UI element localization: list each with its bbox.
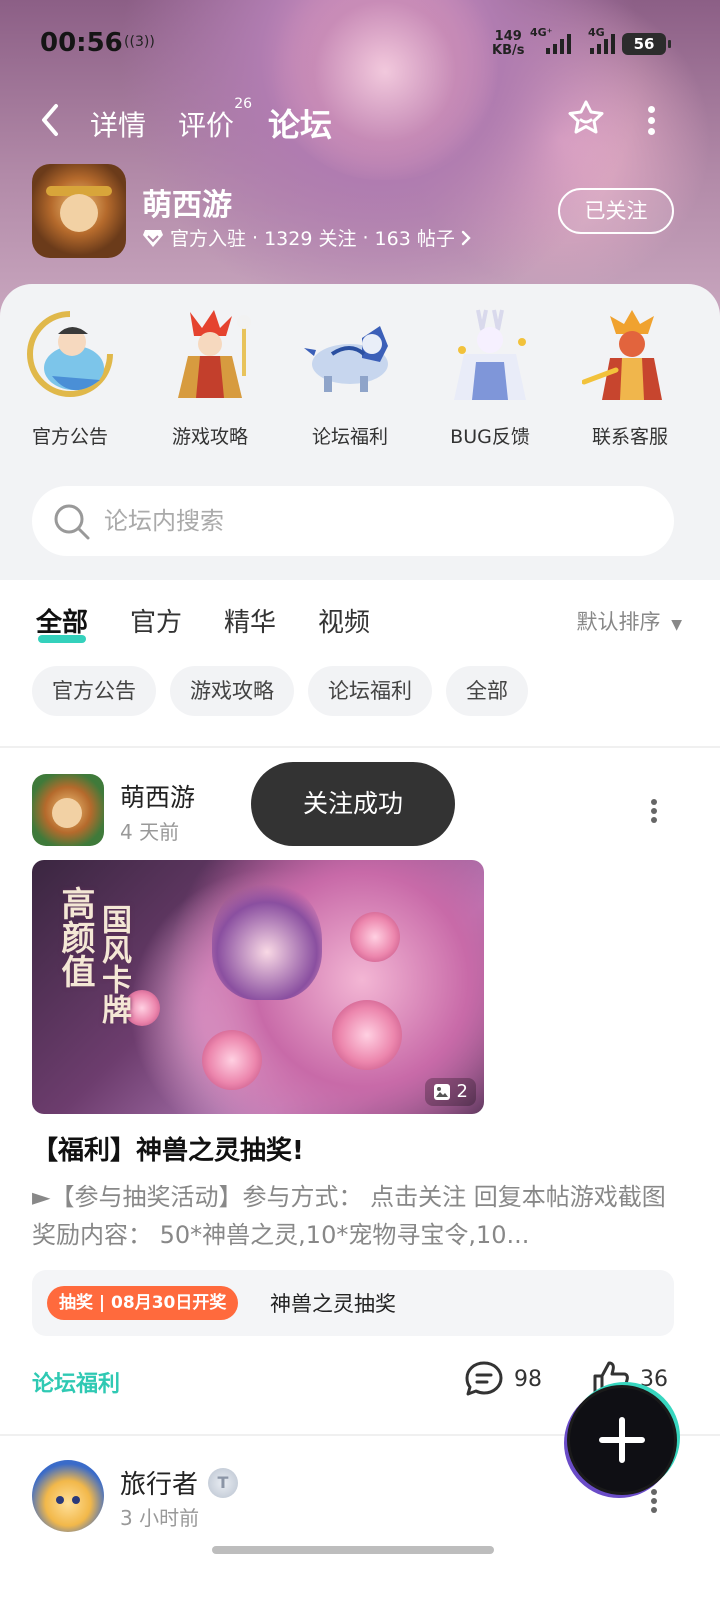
post-author-row: 旅行者 T bbox=[120, 1464, 239, 1501]
category-label: 论坛福利 bbox=[311, 426, 388, 448]
chevron-left-icon bbox=[42, 104, 58, 136]
user-level-badge: T bbox=[208, 1467, 239, 1498]
category-bug-feedback[interactable]: BUG反馈 bbox=[420, 306, 560, 449]
post-more-button[interactable] bbox=[648, 796, 660, 826]
toast-message: 关注成功 bbox=[251, 762, 455, 846]
lottery-tag: 抽奖 | 08月30日开奖 bbox=[47, 1286, 239, 1320]
post-title[interactable]: 【福利】神兽之灵抽奖! bbox=[32, 1130, 304, 1167]
forum-panel: 官方公告 游戏攻略 论坛福利 BUG反馈 联系客服 论坛内搜索 bbox=[0, 284, 720, 580]
search-icon bbox=[54, 504, 90, 540]
comment-button[interactable]: 98 bbox=[464, 1360, 542, 1398]
posts-count: 163 帖子 bbox=[374, 228, 455, 250]
feed-tabs: 全部 官方 精华 视频 默认排序 ▼ bbox=[0, 596, 720, 648]
status-time: 00:56 bbox=[40, 28, 123, 58]
post-image[interactable]: 高颜值 国风卡牌 2 bbox=[32, 860, 484, 1114]
game-meta[interactable]: 官方入驻 · 1329 关注 · 163 帖子 bbox=[142, 224, 471, 251]
divider bbox=[0, 746, 720, 748]
plus-icon bbox=[599, 1417, 645, 1463]
tab-details[interactable]: 详情 bbox=[90, 104, 146, 144]
post-time: 4 天前 bbox=[120, 820, 180, 844]
reviews-count: 26 bbox=[234, 96, 253, 112]
comment-icon bbox=[465, 1361, 503, 1396]
chip-welfare[interactable]: 论坛福利 bbox=[308, 666, 432, 716]
category-guide[interactable]: 游戏攻略 bbox=[140, 306, 280, 449]
category-welfare[interactable]: 论坛福利 bbox=[280, 306, 420, 449]
feed-tab-all[interactable]: 全部 bbox=[36, 602, 89, 643]
category-customer-service[interactable]: 联系客服 bbox=[560, 306, 700, 449]
category-label: 官方公告 bbox=[31, 426, 108, 448]
lottery-card[interactable]: 抽奖 | 08月30日开奖 神兽之灵抽奖 bbox=[32, 1270, 674, 1336]
post-topic-link[interactable]: 论坛福利 bbox=[32, 1366, 120, 1398]
network-speed-unit: KB/s bbox=[492, 43, 525, 58]
tab-forum[interactable]: 论坛 bbox=[268, 100, 333, 150]
feed-tab-label: 全部 bbox=[36, 608, 89, 638]
feed-tab-official[interactable]: 官方 bbox=[130, 602, 182, 639]
customer-service-hero-icon bbox=[581, 306, 678, 406]
post-time: 3 小时前 bbox=[120, 1506, 200, 1530]
lottery-name: 神兽之灵抽奖 bbox=[270, 1292, 396, 1316]
post-author[interactable]: 萌西游 bbox=[120, 778, 195, 814]
game-logo-icon[interactable] bbox=[32, 164, 126, 258]
chip-announcement[interactable]: 官方公告 bbox=[32, 666, 156, 716]
category-row: 官方公告 游戏攻略 论坛福利 BUG反馈 联系客服 bbox=[0, 306, 720, 449]
sort-label: 默认排序 bbox=[576, 610, 661, 634]
image-count-badge: 2 bbox=[424, 1078, 476, 1106]
back-button[interactable] bbox=[38, 102, 68, 142]
avatar[interactable] bbox=[32, 1460, 104, 1532]
comment-count: 98 bbox=[514, 1366, 542, 1392]
verified-label: 官方入驻 bbox=[170, 228, 247, 250]
follow-button[interactable]: 已关注 bbox=[558, 188, 674, 234]
category-label: BUG反馈 bbox=[450, 426, 530, 448]
bug-feedback-hero-icon bbox=[442, 306, 538, 406]
verified-diamond-icon bbox=[143, 229, 163, 247]
search-input[interactable] bbox=[104, 502, 644, 540]
forum-search-bar[interactable] bbox=[32, 486, 674, 556]
more-options-button[interactable] bbox=[646, 102, 656, 135]
top-navigation: 详情 评价 26 论坛 bbox=[0, 92, 720, 152]
post-author[interactable]: 旅行者 bbox=[120, 1464, 198, 1501]
caret-down-icon: ▼ bbox=[671, 617, 682, 633]
star-favorite-icon[interactable] bbox=[566, 98, 606, 138]
feed-tab-featured[interactable]: 精华 bbox=[224, 602, 276, 639]
followers-count: 1329 关注 bbox=[264, 228, 357, 250]
image-calligraphy-right: 国风卡牌 bbox=[96, 904, 131, 1024]
network-speed-value: 149 bbox=[494, 29, 522, 44]
announcement-hero-icon bbox=[22, 306, 118, 406]
chip-all[interactable]: 全部 bbox=[446, 666, 528, 716]
network-speed: 149 KB/s bbox=[492, 30, 524, 58]
game-name: 萌西游 bbox=[142, 188, 232, 223]
create-post-button[interactable] bbox=[570, 1388, 674, 1492]
avatar[interactable] bbox=[32, 774, 104, 846]
category-announcement[interactable]: 官方公告 bbox=[0, 306, 140, 449]
tab-reviews[interactable]: 评价 26 bbox=[178, 96, 252, 144]
chip-guide[interactable]: 游戏攻略 bbox=[170, 666, 294, 716]
status-bar: 00:56 ((3)) 149 KB/s 4G⁺ 4G 56 bbox=[0, 0, 720, 90]
post-more-button[interactable] bbox=[648, 1486, 660, 1516]
signal-icon-1: 4G⁺ bbox=[530, 26, 571, 54]
hotspot-icon: ((3)) bbox=[124, 34, 155, 50]
image-icon bbox=[433, 1084, 450, 1100]
tab-reviews-label: 评价 bbox=[178, 109, 235, 142]
sort-dropdown[interactable]: 默认排序 ▼ bbox=[577, 606, 682, 636]
image-count: 2 bbox=[456, 1081, 468, 1102]
chevron-right-icon bbox=[461, 230, 471, 245]
tab-forum-label: 论坛 bbox=[268, 106, 333, 144]
game-info: 萌西游 官方入驻 · 1329 关注 · 163 帖子 已关注 bbox=[0, 164, 720, 264]
guide-hero-icon bbox=[162, 306, 258, 406]
post-excerpt[interactable]: ►【参与抽奖活动】参与方式： 点击关注 回复本帖游戏截图 奖励内容： 50*神兽… bbox=[32, 1178, 682, 1254]
signal-icon-2: 4G bbox=[588, 26, 615, 54]
like-count: 36 bbox=[640, 1366, 668, 1392]
category-label: 游戏攻略 bbox=[171, 426, 248, 448]
image-calligraphy-left: 高颜值 bbox=[55, 886, 95, 988]
welfare-beast-icon bbox=[302, 306, 398, 406]
battery-icon: 56 bbox=[622, 33, 671, 55]
filter-chips: 官方公告 游戏攻略 论坛福利 全部 bbox=[32, 666, 528, 716]
category-label: 联系客服 bbox=[591, 426, 668, 448]
home-indicator[interactable] bbox=[212, 1546, 494, 1554]
feed-tab-video[interactable]: 视频 bbox=[318, 602, 370, 639]
